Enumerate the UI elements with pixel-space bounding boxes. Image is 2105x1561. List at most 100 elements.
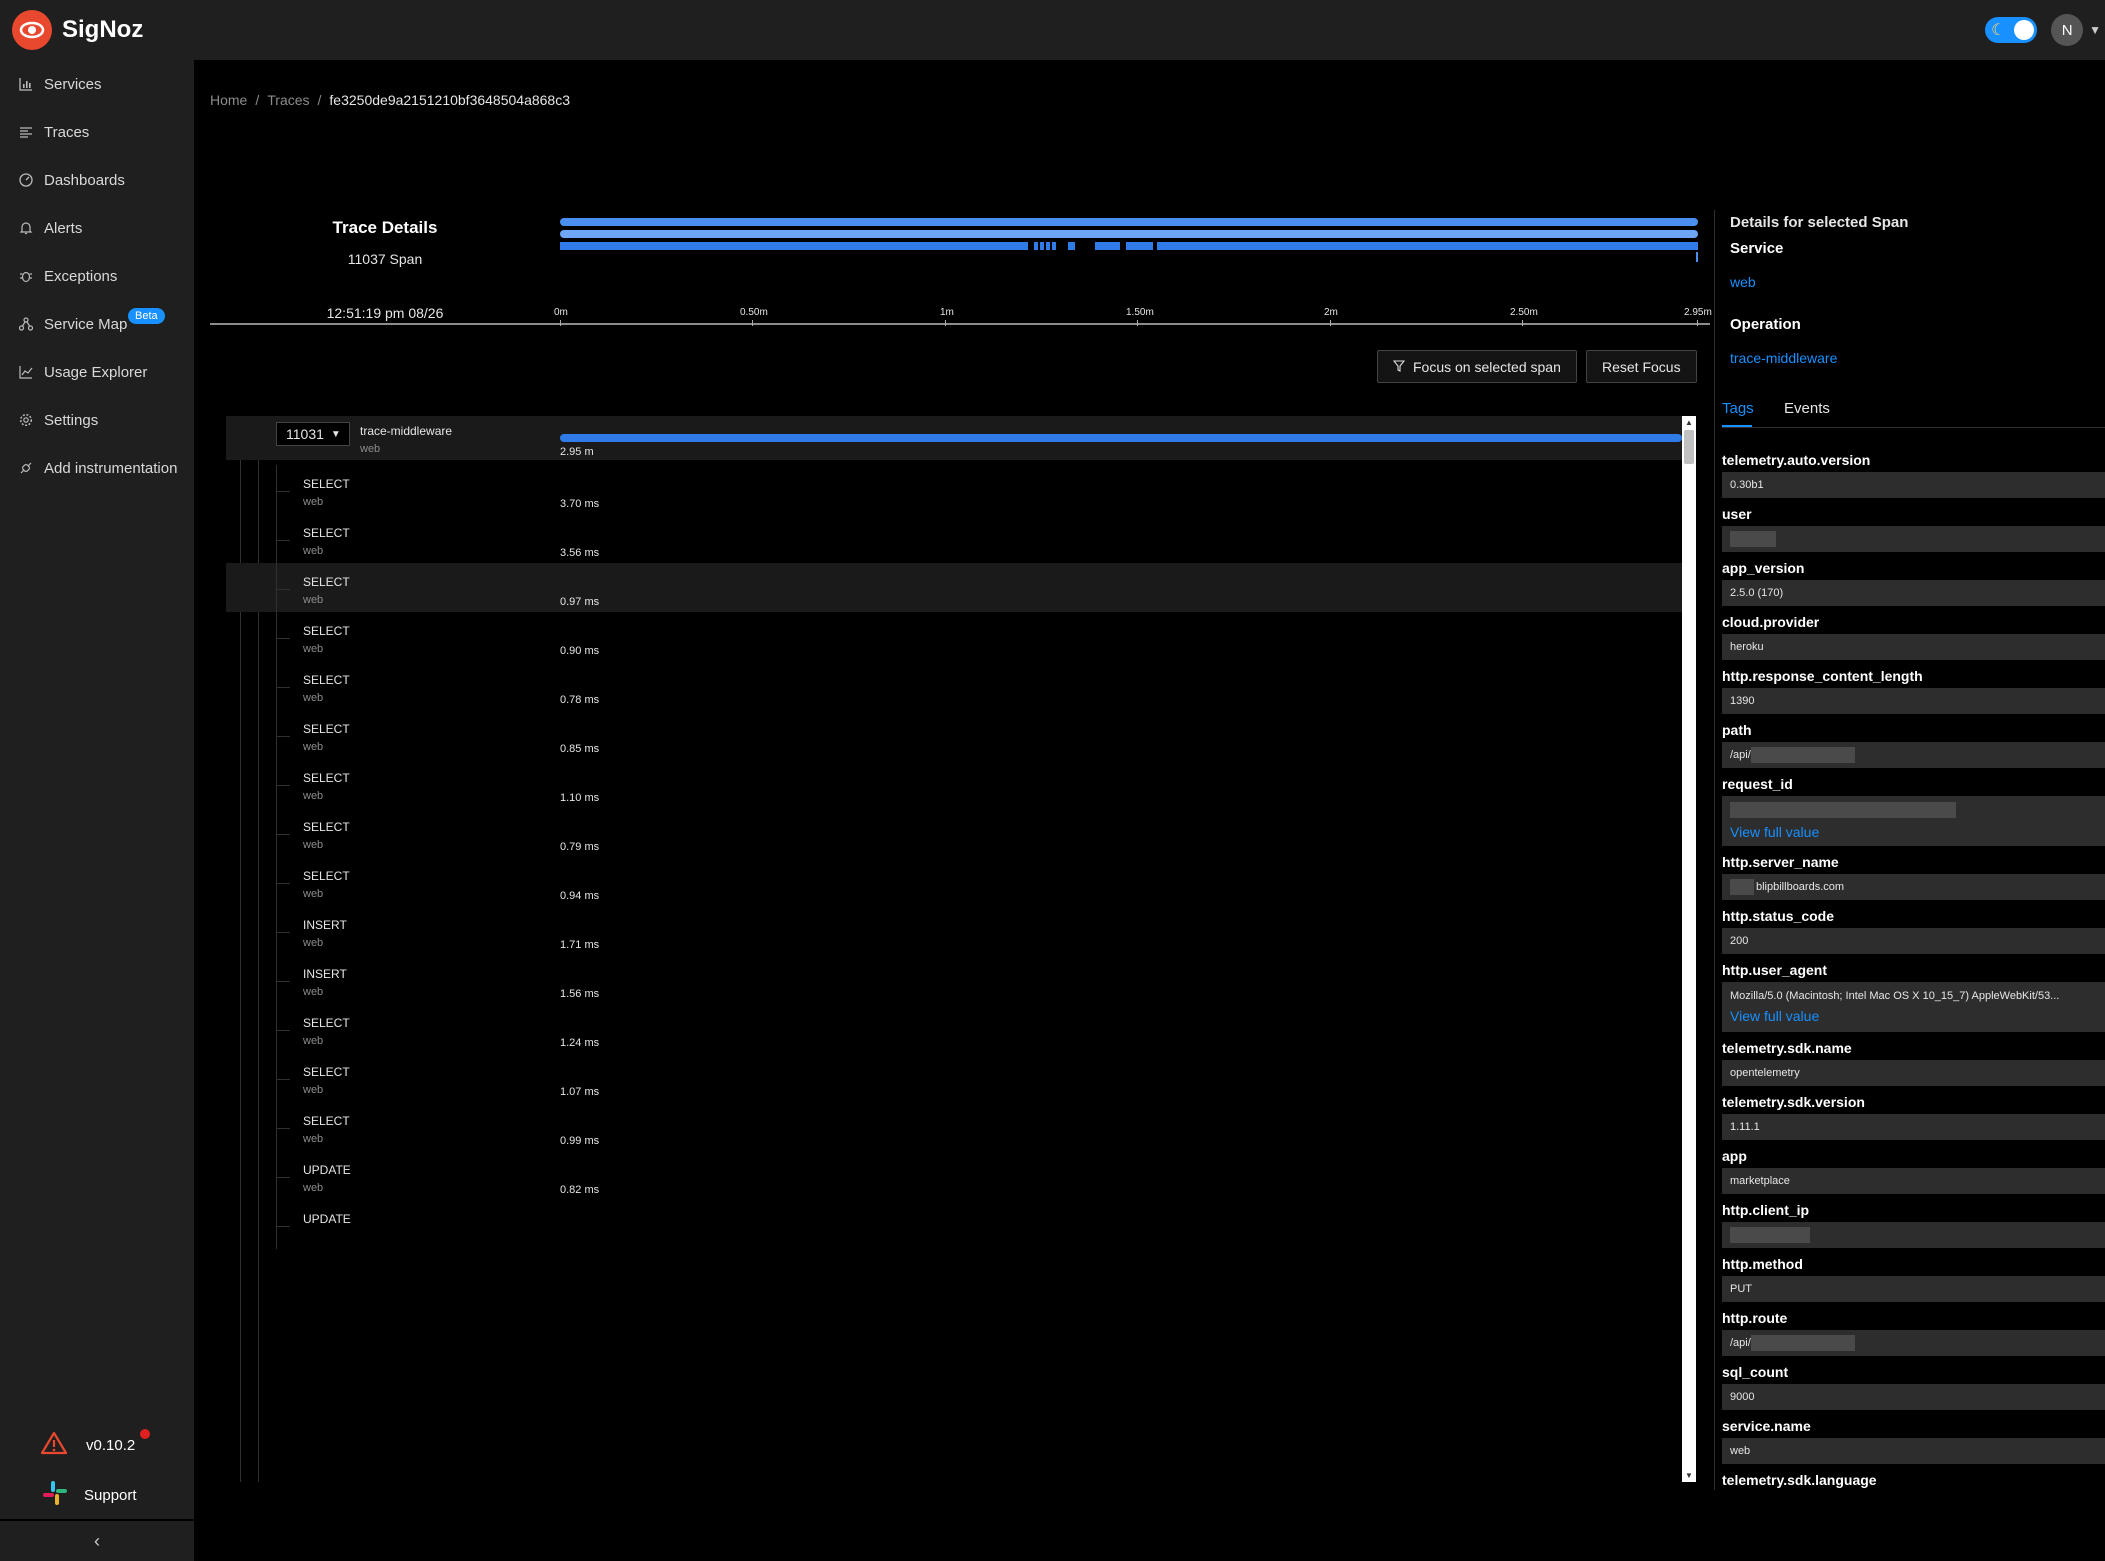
breadcrumb: Home / Traces / fe3250de9a2151210bf36485… xyxy=(210,92,570,108)
span-tree-scrollbar[interactable]: ▲ ▼ xyxy=(1682,416,1696,1482)
span-name: SELECT xyxy=(303,1114,350,1128)
overview-bar xyxy=(560,230,1698,238)
sidebar-item-services[interactable]: Services xyxy=(0,60,194,108)
focus-span-button[interactable]: Focus on selected span xyxy=(1377,350,1577,383)
tag-value: marketplace xyxy=(1722,1168,2105,1194)
tree-branch xyxy=(276,1177,290,1178)
view-full-value-link[interactable]: View full value xyxy=(1730,824,1819,840)
span-row-selected[interactable]: SELECT web 0.97 ms xyxy=(226,563,1682,612)
support-label: Support xyxy=(84,1486,137,1504)
tag-value: 2.5.0 (170) xyxy=(1722,580,2105,606)
tree-branch xyxy=(276,589,290,590)
tree-branch xyxy=(276,710,277,759)
scroll-up-icon[interactable]: ▲ xyxy=(1682,418,1696,427)
span-name: SELECT xyxy=(303,526,350,540)
view-full-value-link[interactable]: View full value xyxy=(1730,1008,1819,1024)
operation-value[interactable]: trace-middleware xyxy=(1730,350,1837,366)
scroll-thumb[interactable] xyxy=(1684,430,1694,464)
sidebar-item-traces[interactable]: Traces xyxy=(0,108,194,156)
service-value[interactable]: web xyxy=(1730,274,1756,290)
tag-value: /api/ xyxy=(1722,742,2105,768)
breadcrumb-traces[interactable]: Traces xyxy=(267,92,309,108)
scroll-down-icon[interactable]: ▼ xyxy=(1682,1471,1696,1480)
timeline-tick: 2m xyxy=(1324,307,1338,318)
span-row[interactable]: SELECT web 0.90 ms xyxy=(226,612,1682,661)
tag-item: telemetry.sdk.name opentelemetry xyxy=(1722,1040,2105,1086)
tag-key: http.response_content_length xyxy=(1722,668,1923,684)
span-row[interactable]: SELECT web 0.99 ms xyxy=(226,1102,1682,1151)
overview-gap xyxy=(1050,242,1052,250)
tag-key: service.name xyxy=(1722,1418,1811,1434)
span-row[interactable]: INSERT web 1.56 ms xyxy=(226,955,1682,1004)
tag-value: opentelemetry xyxy=(1722,1060,2105,1086)
tag-item: sql_count 9000 xyxy=(1722,1364,2105,1410)
tree-branch xyxy=(276,736,290,737)
overview-gap xyxy=(1056,242,1068,250)
sidebar-item-add-instrumentation[interactable]: Add instrumentation xyxy=(0,444,194,492)
span-row[interactable]: INSERT web 1.71 ms xyxy=(226,906,1682,955)
caret-down-icon[interactable]: ▼ xyxy=(2089,23,2101,37)
children-toggle[interactable]: 11031 ▼ xyxy=(276,422,350,446)
tick-mark xyxy=(1697,320,1698,326)
span-duration: 0.85 ms xyxy=(560,743,600,755)
sidebar-item-usage-explorer[interactable]: Usage Explorer xyxy=(0,348,194,396)
tree-branch xyxy=(276,785,290,786)
span-row[interactable]: SELECT web 0.79 ms xyxy=(226,808,1682,857)
tag-item: path/api/ xyxy=(1722,722,2105,768)
sidebar-item-alerts[interactable]: Alerts xyxy=(0,204,194,252)
support-link[interactable]: Support xyxy=(0,1471,194,1519)
tree-branch xyxy=(276,883,290,884)
span-row[interactable]: UPDATE xyxy=(226,1200,1682,1249)
tag-value: 200 xyxy=(1722,928,2105,954)
tree-branch xyxy=(276,1102,277,1151)
reset-focus-button[interactable]: Reset Focus xyxy=(1586,350,1697,383)
breadcrumb-home[interactable]: Home xyxy=(210,92,247,108)
tag-key: telemetry.auto.version xyxy=(1722,452,1871,468)
theme-toggle[interactable]: ☾ xyxy=(1985,17,2038,43)
timeline-tick: 1m xyxy=(940,307,954,318)
align-left-icon xyxy=(18,124,34,140)
span-duration: 1.10 ms xyxy=(560,792,600,804)
focus-span-label: Focus on selected span xyxy=(1413,358,1561,375)
span-row[interactable]: SELECT web 0.78 ms xyxy=(226,661,1682,710)
span-row[interactable]: SELECT web 3.70 ms xyxy=(226,465,1682,514)
logo[interactable]: SigNoz xyxy=(12,10,143,50)
redacted-value xyxy=(1730,879,1754,895)
sidebar-item-settings[interactable]: Settings xyxy=(0,396,194,444)
span-row[interactable]: SELECT web 1.24 ms xyxy=(226,1004,1682,1053)
collapse-sidebar-button[interactable]: ‹ xyxy=(0,1519,194,1561)
span-name: SELECT xyxy=(303,1016,350,1030)
version-indicator[interactable]: v0.10.2 xyxy=(0,1419,194,1471)
tag-value: blipbillboards.com xyxy=(1722,874,2105,900)
span-name: SELECT xyxy=(303,869,350,883)
span-duration: 3.56 ms xyxy=(560,547,600,559)
span-row-root[interactable]: 11031 ▼ trace-middleware web 2.95 m xyxy=(226,416,1682,460)
tag-item: http.status_code 200 xyxy=(1722,908,2105,954)
span-row[interactable]: UPDATE web 0.82 ms xyxy=(226,1151,1682,1200)
tag-value-text: /api/ xyxy=(1730,1337,1751,1349)
sidebar-item-service-map[interactable]: Service Map Beta xyxy=(0,300,194,348)
span-row[interactable]: SELECT web 1.07 ms xyxy=(226,1053,1682,1102)
sidebar-item-exceptions[interactable]: Exceptions xyxy=(0,252,194,300)
tree-branch xyxy=(276,759,277,808)
tree-branch xyxy=(276,981,290,982)
span-duration-bar xyxy=(560,434,1682,442)
children-count: 11031 xyxy=(286,426,324,442)
tag-key: request_id xyxy=(1722,776,1793,792)
tree-branch xyxy=(276,465,277,514)
dashboard-icon xyxy=(18,172,34,188)
filter-icon xyxy=(1392,359,1406,375)
span-row[interactable]: SELECT web 3.56 ms xyxy=(226,514,1682,563)
span-row[interactable]: SELECT web 0.94 ms xyxy=(226,857,1682,906)
timeline-tick: 0.50m xyxy=(740,307,768,318)
tab-tags[interactable]: Tags xyxy=(1722,400,1754,417)
sidebar-item-dashboards[interactable]: Dashboards xyxy=(0,156,194,204)
tab-events[interactable]: Events xyxy=(1784,400,1830,417)
avatar[interactable]: N xyxy=(2051,14,2084,46)
tag-key: sql_count xyxy=(1722,1364,1789,1380)
tag-value: web xyxy=(1722,1438,2105,1464)
span-row[interactable]: SELECT web 1.10 ms xyxy=(226,759,1682,808)
span-row[interactable]: SELECT web 0.85 ms xyxy=(226,710,1682,759)
span-service: web xyxy=(303,1084,324,1096)
tag-item: http.response_content_length 1390 xyxy=(1722,668,2105,714)
